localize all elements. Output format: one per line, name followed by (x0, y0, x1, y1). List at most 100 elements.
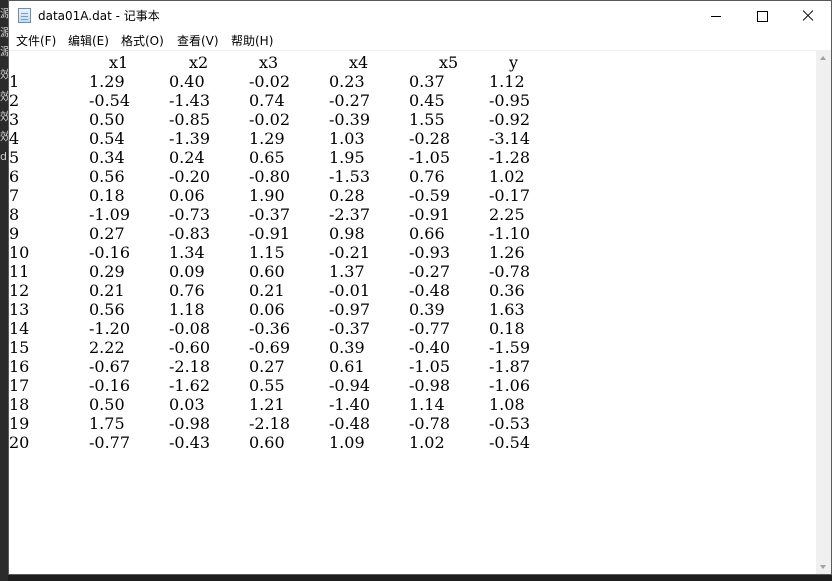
menu-format[interactable]: 格式(O) (119, 33, 166, 49)
data-cell: -0.78 (489, 262, 531, 281)
maximize-button[interactable] (739, 1, 785, 31)
background-text-fragment: 效 (0, 130, 8, 143)
data-cell: 0.56 (89, 167, 125, 186)
data-cell: -0.27 (409, 262, 451, 281)
data-cell: -0.43 (169, 433, 211, 452)
data-cell: 0.23 (329, 72, 365, 91)
scroll-down-icon[interactable] (816, 559, 831, 574)
menu-bar: 文件(F) 编辑(E) 格式(O) 查看(V) 帮助(H) (9, 31, 831, 51)
data-cell: -0.48 (409, 281, 451, 300)
data-cell: 0.09 (169, 262, 205, 281)
data-cell: -0.78 (409, 414, 451, 433)
background-text-fragment: 效 (0, 90, 8, 103)
data-cell: -1.09 (89, 205, 131, 224)
data-cell: 0.61 (329, 357, 365, 376)
data-cell: 0.60 (249, 433, 285, 452)
data-cell: -0.17 (489, 186, 531, 205)
data-cell: 0.40 (169, 72, 205, 91)
data-cell: -0.80 (249, 167, 291, 186)
data-cell: -0.77 (89, 433, 131, 452)
data-cell: 1.95 (329, 148, 365, 167)
menu-edit[interactable]: 编辑(E) (66, 33, 111, 49)
column-header: x2 (189, 53, 209, 72)
menu-help[interactable]: 帮助(H) (229, 33, 275, 49)
data-cell: -0.16 (89, 243, 131, 262)
data-cell: -1.39 (169, 129, 211, 148)
scroll-up-icon[interactable] (816, 51, 831, 66)
data-cell: 0.18 (89, 186, 125, 205)
data-cell: 1.02 (409, 433, 445, 452)
data-cell: 0.21 (249, 281, 285, 300)
data-cell: -0.20 (169, 167, 211, 186)
row-index: 1 (9, 72, 20, 91)
data-cell: -2.18 (169, 357, 211, 376)
column-header: x3 (259, 53, 279, 72)
row-index: 11 (9, 262, 30, 281)
data-cell: -2.37 (329, 205, 371, 224)
data-cell: -0.97 (329, 300, 371, 319)
data-cell: -1.06 (489, 376, 531, 395)
data-cell: -0.83 (169, 224, 211, 243)
row-index: 12 (9, 281, 30, 300)
data-cell: 1.75 (89, 414, 125, 433)
data-cell: -0.53 (489, 414, 531, 433)
data-cell: 1.21 (249, 395, 285, 414)
menu-view[interactable]: 查看(V) (175, 33, 221, 49)
data-cell: 1.34 (169, 243, 205, 262)
data-cell: 2.25 (489, 205, 525, 224)
data-cell: 0.74 (249, 91, 285, 110)
data-cell: -0.37 (249, 205, 291, 224)
row-index: 4 (9, 129, 20, 148)
data-cell: 0.76 (409, 167, 445, 186)
data-cell: 0.60 (249, 262, 285, 281)
row-index: 17 (9, 376, 30, 395)
data-cell: -0.08 (169, 319, 211, 338)
background-text-fragment: 源 (0, 45, 8, 58)
data-cell: 1.15 (249, 243, 285, 262)
data-cell: 0.36 (489, 281, 525, 300)
data-cell: -0.21 (329, 243, 371, 262)
data-cell: 0.50 (89, 110, 125, 129)
data-cell: 0.66 (409, 224, 445, 243)
data-cell: -1.40 (329, 395, 371, 414)
data-cell: 1.08 (489, 395, 525, 414)
data-cell: 0.29 (89, 262, 125, 281)
data-cell: 0.06 (249, 300, 285, 319)
notepad-window: data01A.dat - 记事本 文件(F) 编辑(E) 格式(O) 查看(V) 帮助… (8, 0, 832, 575)
data-cell: -0.95 (489, 91, 531, 110)
data-cell: -0.02 (249, 72, 291, 91)
menu-file[interactable]: 文件(F) (14, 33, 58, 49)
data-cell: -0.91 (249, 224, 291, 243)
data-cell: 0.21 (89, 281, 125, 300)
title-bar[interactable]: data01A.dat - 记事本 (9, 1, 831, 31)
data-cell: 1.26 (489, 243, 525, 262)
background-text-fragment: 源 (0, 26, 8, 39)
data-cell: 0.65 (249, 148, 285, 167)
row-index: 8 (9, 205, 20, 224)
data-cell: 1.14 (409, 395, 445, 414)
data-cell: 1.09 (329, 433, 365, 452)
text-editor[interactable]: x1 x2 x3 x4 x5 y 1 1.29 0.40 -0.02 0.23 0.37 1.12 2 -0… (9, 51, 816, 574)
data-cell: -1.43 (169, 91, 211, 110)
data-cell: -1.59 (489, 338, 531, 357)
minimize-icon (711, 15, 721, 17)
background-text-fragment: d (0, 150, 7, 163)
row-index: 9 (9, 224, 20, 243)
data-cell: 1.29 (89, 72, 125, 91)
maximize-icon (756, 10, 768, 22)
close-button[interactable] (785, 1, 831, 31)
minimize-button[interactable] (693, 1, 739, 31)
data-cell: 1.03 (329, 129, 365, 148)
data-cell: -1.87 (489, 357, 531, 376)
vertical-scrollbar[interactable] (816, 51, 831, 574)
data-cell: -0.39 (329, 110, 371, 129)
column-header: x5 (439, 53, 459, 72)
data-cell: -0.69 (249, 338, 291, 357)
data-cell: 0.37 (409, 72, 445, 91)
data-cell: -0.28 (409, 129, 451, 148)
data-cell: -0.40 (409, 338, 451, 357)
data-cell: 0.24 (169, 148, 205, 167)
data-cell: -3.14 (489, 129, 531, 148)
data-cell: 0.27 (89, 224, 125, 243)
window-title: data01A.dat - 记事本 (38, 9, 160, 23)
